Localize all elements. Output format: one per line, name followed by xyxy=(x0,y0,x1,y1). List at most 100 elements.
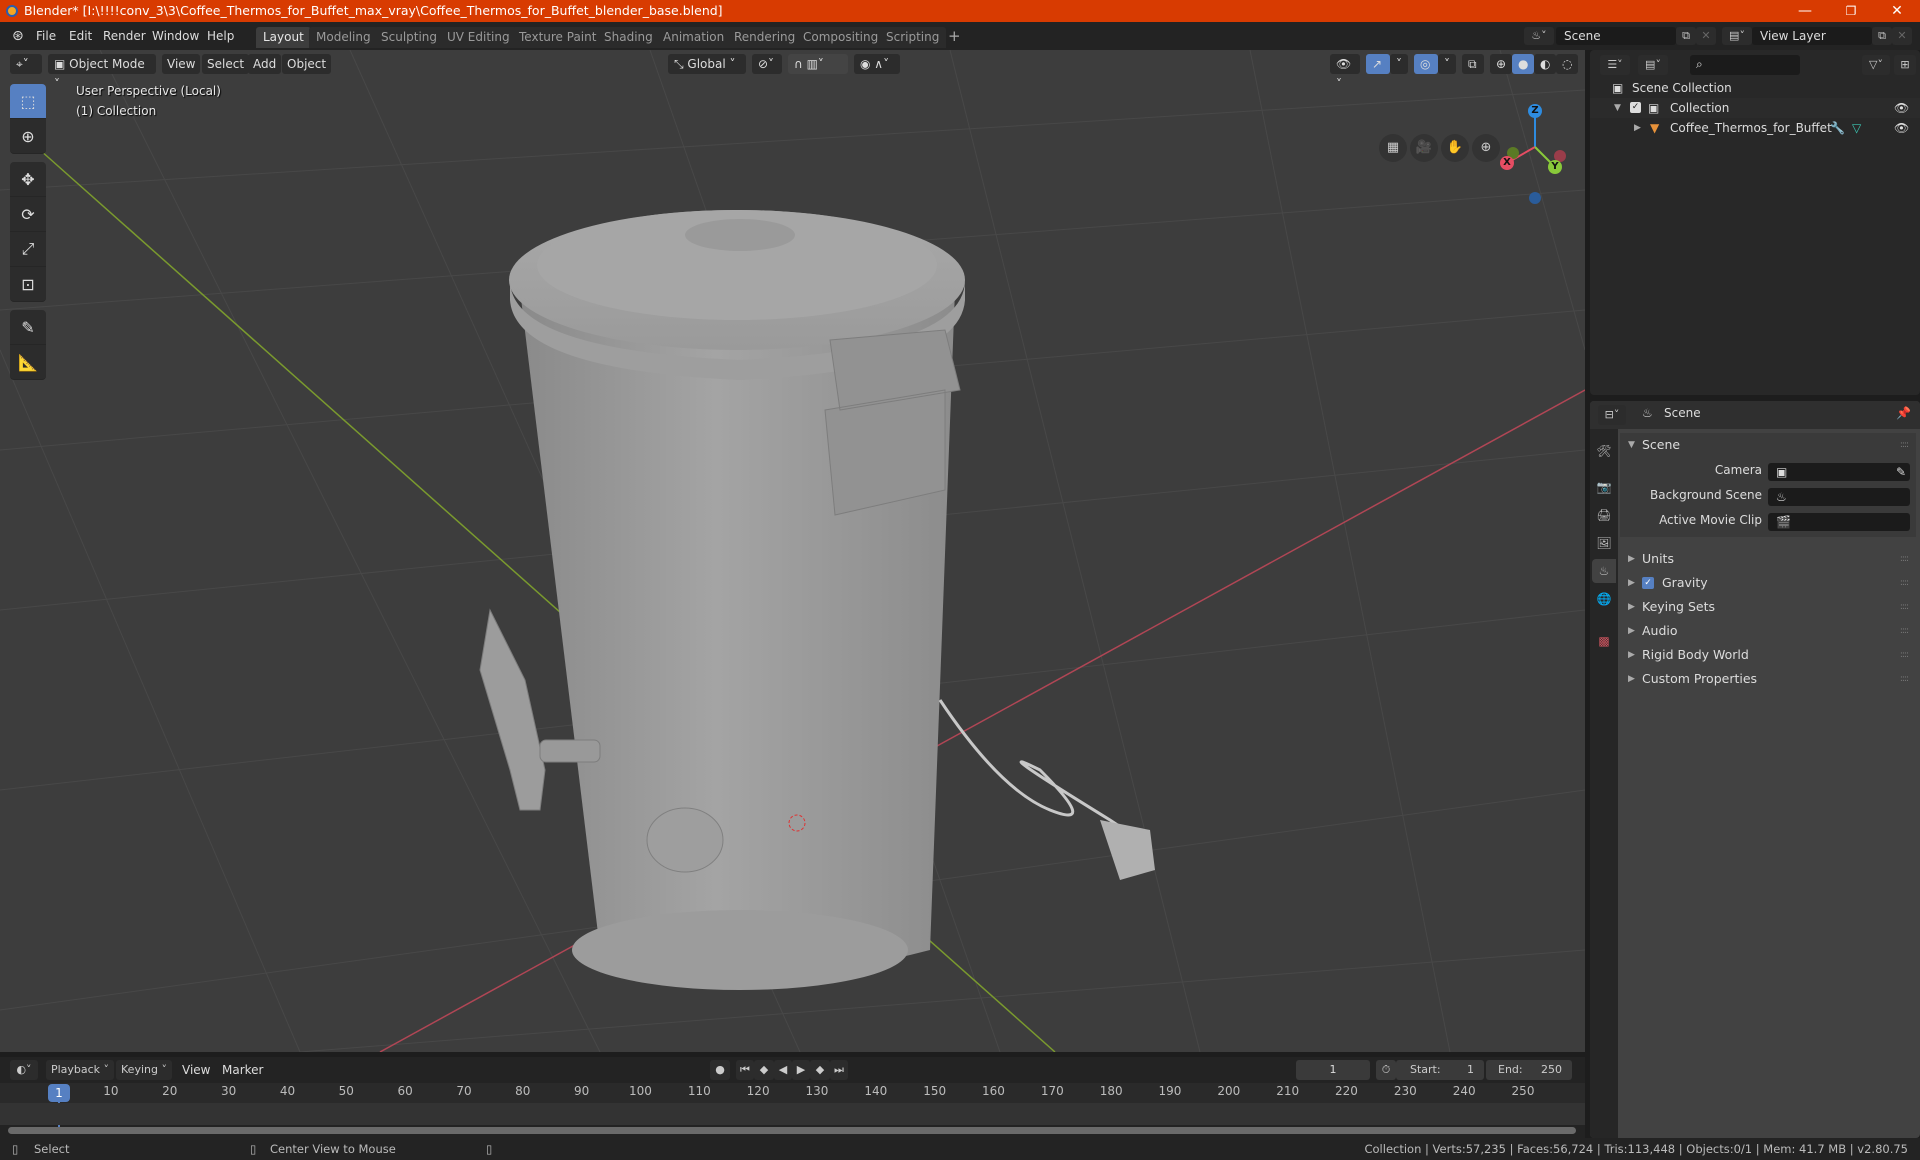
panel-audio[interactable]: ▶ Audio :::: xyxy=(1620,619,1916,643)
expand-arrow-icon[interactable]: ▼ xyxy=(1614,98,1621,118)
modifier-wrench-icon[interactable]: 🔧 xyxy=(1830,118,1845,138)
tab-texture-icon[interactable]: ▩ xyxy=(1592,629,1616,653)
display-mode-icon[interactable]: ▤˅ xyxy=(1638,55,1668,75)
measure-tool-icon[interactable]: 📐 xyxy=(10,345,46,380)
collection-checkbox[interactable]: ✓ xyxy=(1630,102,1641,113)
maximize-button[interactable]: ❐ xyxy=(1828,0,1874,22)
gravity-checkbox[interactable]: ✓ xyxy=(1642,577,1654,589)
scale-tool-icon[interactable]: ⤢ xyxy=(10,232,46,267)
snap-toggle-icon[interactable]: ∩ ▥˅ xyxy=(788,54,848,74)
camera-view-icon[interactable]: 🎥 xyxy=(1410,134,1438,162)
menu-render[interactable]: Render xyxy=(99,27,150,45)
mesh-data-icon[interactable]: ▽ xyxy=(1852,118,1861,138)
editor-type-icon[interactable]: ⌖˅ xyxy=(10,54,42,74)
properties-editor-type-icon[interactable]: ⊟˅ xyxy=(1598,405,1626,425)
shading-solid-icon[interactable]: ● xyxy=(1512,54,1534,74)
close-button[interactable]: ✕ xyxy=(1874,0,1920,22)
menu-window[interactable]: Window xyxy=(148,27,203,45)
tab-rendering[interactable]: Rendering xyxy=(727,27,803,48)
tab-tool-icon[interactable]: 🛠 xyxy=(1592,439,1616,463)
play-reverse-icon[interactable]: ◀ xyxy=(774,1060,792,1080)
mode-selector[interactable]: ▣ Object Mode ˅ xyxy=(48,54,156,91)
gizmo-toggle-icon[interactable]: ↗ xyxy=(1366,54,1390,74)
transform-tool-icon[interactable]: ⊡ xyxy=(10,267,46,302)
background-scene-field[interactable]: ♨ xyxy=(1768,488,1910,506)
panel-gravity[interactable]: ▶ ✓ Gravity :::: xyxy=(1620,571,1916,595)
panel-scene-header[interactable]: ▼ Scene :::: xyxy=(1620,433,1916,457)
keyframe-area[interactable] xyxy=(0,1103,1585,1125)
transform-orientation-dropdown[interactable]: ⤡ Global ˅ xyxy=(668,54,746,74)
overlay-dropdown-icon[interactable]: ˅ xyxy=(1438,54,1456,74)
viewlayer-name-field[interactable]: View Layer xyxy=(1752,27,1872,45)
gizmo-dropdown-icon[interactable]: ˅ xyxy=(1390,54,1408,74)
playhead-frame-indicator[interactable]: 1 xyxy=(48,1084,70,1102)
tab-shading[interactable]: Shading xyxy=(597,27,660,48)
tab-modeling[interactable]: Modeling xyxy=(309,27,378,48)
outliner-row-object[interactable]: ▶ ▼ Coffee_Thermos_for_Buffet 🔧 ▽ 👁 xyxy=(1590,118,1920,138)
menu-object[interactable]: Object xyxy=(282,54,332,74)
current-frame-field[interactable]: 1 xyxy=(1296,1060,1370,1080)
outliner-editor-type-icon[interactable]: ☰˅ xyxy=(1600,55,1630,75)
tab-sculpting[interactable]: Sculpting xyxy=(374,27,445,48)
visibility-icon[interactable]: 👁˅ xyxy=(1330,54,1360,91)
annotate-tool-icon[interactable]: ✎ xyxy=(10,310,46,345)
shading-material-icon[interactable]: ◐ xyxy=(1534,54,1556,74)
jump-end-icon[interactable]: ⏭ xyxy=(830,1060,848,1080)
xray-toggle-icon[interactable]: ⧉ xyxy=(1462,54,1484,74)
cursor-tool-icon[interactable]: ⊕ xyxy=(10,119,46,154)
overlay-toggle-icon[interactable]: ◎ xyxy=(1414,54,1438,74)
playback-menu[interactable]: Playback ˅ xyxy=(46,1060,114,1080)
pin-icon[interactable]: 📌 xyxy=(1896,406,1911,420)
prev-keyframe-icon[interactable]: ◆ xyxy=(754,1060,774,1080)
drag-handle-icon[interactable]: :::: xyxy=(1900,595,1909,619)
viewlayer-delete-icon[interactable]: ✕ xyxy=(1892,27,1912,45)
drag-handle-icon[interactable]: :::: xyxy=(1900,667,1909,691)
scene-new-icon[interactable]: ⧉ xyxy=(1676,27,1696,45)
eye-icon[interactable]: 👁 xyxy=(1894,98,1909,118)
proportional-edit-icon[interactable]: ◉ ∧˅ xyxy=(854,54,900,74)
shading-rendered-icon[interactable]: ◌ xyxy=(1556,54,1578,74)
timeline-editor-type-icon[interactable]: ◐˅ xyxy=(10,1060,38,1080)
drag-handle-icon[interactable]: :::: xyxy=(1900,643,1909,667)
stopwatch-icon[interactable]: ⏱ xyxy=(1376,1060,1396,1080)
expand-arrow-icon[interactable]: ▶ xyxy=(1634,118,1641,138)
next-keyframe-icon[interactable]: ◆ xyxy=(810,1060,830,1080)
ortho-toggle-icon[interactable]: ▦ xyxy=(1379,134,1407,162)
tab-output-icon[interactable]: 🖨 xyxy=(1592,503,1616,527)
keying-menu[interactable]: Keying ˅ xyxy=(116,1060,172,1080)
menu-select[interactable]: Select xyxy=(202,54,250,74)
outliner-row-collection[interactable]: ▼ ✓ ▣ Collection 👁 xyxy=(1590,98,1920,118)
jump-start-icon[interactable]: ⏮ xyxy=(736,1060,754,1080)
timeline-marker-menu[interactable]: Marker xyxy=(218,1061,267,1079)
tab-texture-paint[interactable]: Texture Paint xyxy=(512,27,604,48)
outliner-row-scene-collection[interactable]: ▣ Scene Collection xyxy=(1590,78,1920,98)
timeline-view-menu[interactable]: View xyxy=(178,1061,214,1079)
pan-view-icon[interactable]: ✋ xyxy=(1441,134,1469,162)
blender-menu-icon[interactable]: ⊛ xyxy=(8,27,28,45)
pivot-point-icon[interactable]: ⊘˅ xyxy=(752,54,782,74)
tab-render-icon[interactable]: 📷 xyxy=(1592,475,1616,499)
scene-browse-icon[interactable]: ♨˅ xyxy=(1524,27,1554,45)
record-keyframe-icon[interactable]: ● xyxy=(710,1060,730,1080)
filter-icon[interactable]: ▽˅ xyxy=(1862,55,1890,75)
scene-delete-icon[interactable]: ✕ xyxy=(1696,27,1716,45)
active-movie-clip-field[interactable]: 🎬 xyxy=(1768,513,1910,531)
panel-keying-sets[interactable]: ▶ Keying Sets :::: xyxy=(1620,595,1916,619)
panel-units[interactable]: ▶ Units :::: xyxy=(1620,547,1916,571)
drag-handle-icon[interactable]: :::: xyxy=(1900,547,1909,571)
gizmo-x-axis[interactable]: X xyxy=(1500,156,1514,170)
gizmo-y-axis[interactable]: Y xyxy=(1548,160,1562,174)
tab-animation[interactable]: Animation xyxy=(656,27,732,48)
tab-compositing[interactable]: Compositing xyxy=(796,27,886,48)
rotate-tool-icon[interactable]: ⟳ xyxy=(10,197,46,232)
tab-layout[interactable]: Layout xyxy=(256,27,311,48)
drag-handle-icon[interactable]: :::: xyxy=(1900,619,1909,643)
menu-help[interactable]: Help xyxy=(203,27,238,45)
play-icon[interactable]: ▶ xyxy=(792,1060,810,1080)
viewlayer-browse-icon[interactable]: ▤˅ xyxy=(1722,27,1752,45)
camera-field[interactable]: ▣ ✎ xyxy=(1768,463,1910,481)
select-box-tool-icon[interactable]: ⬚ xyxy=(10,84,46,119)
tab-world-icon[interactable]: 🌐 xyxy=(1592,587,1616,611)
drag-handle-icon[interactable]: :::: xyxy=(1900,571,1909,595)
panel-rigid-body-world[interactable]: ▶ Rigid Body World :::: xyxy=(1620,643,1916,667)
